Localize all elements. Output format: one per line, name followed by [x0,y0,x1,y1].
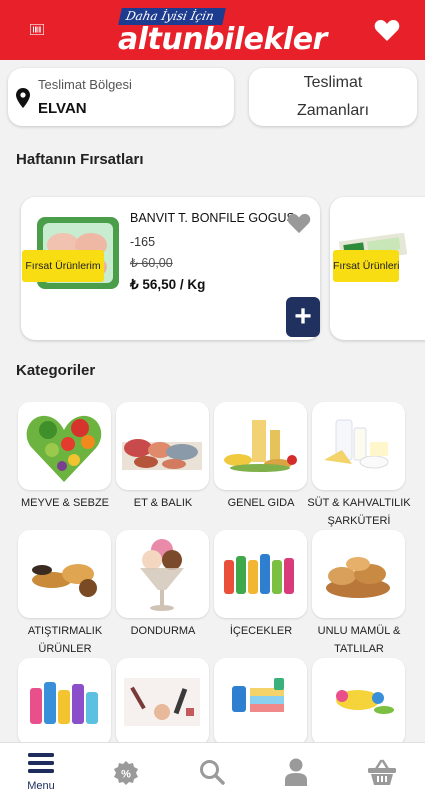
meat-fish-image [122,439,202,470]
nav-cart[interactable] [351,743,411,800]
category-label: ET & BALIK [133,497,193,509]
svg-text:%: % [121,769,131,781]
basket-icon [368,759,396,785]
plus-icon: + [294,300,312,333]
beverages-image [224,554,294,594]
category-label: UNLU MAMÜL & TATLILAR [317,625,401,655]
category-label: MEYVE & SEBZE [20,497,110,509]
category-tile-beverages[interactable] [214,530,307,618]
deals-section-title: Haftanın Fırsatları [16,151,144,168]
nav-menu-label: Menu [27,780,55,792]
product-discount: -165 [130,235,156,249]
category-label: DONDURMA [130,625,196,637]
category-tile-bakery[interactable] [312,530,405,618]
barcode-icon[interactable] [30,24,44,35]
heart-icon[interactable] [374,19,400,42]
nav-search[interactable] [181,743,241,800]
location-pin-icon [16,88,30,108]
category-tile-meat-fish[interactable] [116,402,209,490]
category-tile-laundry[interactable] [214,658,307,746]
deal-badge: Fırsat Ürünlerim [333,250,399,282]
menu-icon [28,753,54,773]
categories-section-title: Kategoriler [16,362,96,379]
category-tile-baby-pet[interactable] [312,658,405,746]
nav-campaigns[interactable]: % [96,743,156,800]
category-tile-ice-cream[interactable] [116,530,209,618]
category-label: ATIŞTIRMALIK ÜRÜNLER [27,625,103,655]
deal-badge: Fırsat Ürünlerim [22,250,104,282]
category-label: SÜT & KAHVALTILIK ŞARKÜTERİ [307,497,411,527]
category-tile-cosmetics[interactable] [116,658,209,746]
bakery-image [326,557,390,598]
cosmetics-image [124,678,200,726]
brand-name: altunbilekler [118,22,327,57]
discount-badge-icon: % [114,761,138,785]
brand-logo[interactable]: Daha İyisi İçin altunbilekler [112,4,327,58]
nav-account[interactable] [266,743,326,800]
dairy-breakfast-image [324,419,389,469]
user-icon [285,758,307,786]
product-name: BANVIT T. BONFILE GOGUS [130,211,295,225]
product-old-price: ₺ 60,00 [130,256,173,270]
delivery-region-button[interactable]: Teslimat Bölgesi ELVAN [8,68,234,126]
add-to-cart-button[interactable]: + [286,297,320,337]
region-label: Teslimat Bölgesi [38,77,132,92]
category-tile-cleaning[interactable] [18,658,111,746]
app-header: Daha İyisi İçin altunbilekler [0,0,425,60]
delivery-time-button[interactable]: Teslimat Zamanları [249,68,417,126]
region-value: ELVAN [38,100,87,117]
product-new-price: ₺ 56,50 / Kg [130,277,206,292]
category-label: İÇECEKLER [229,625,293,637]
nav-menu[interactable]: Menu [11,743,71,800]
cleaning-image [30,682,98,724]
category-tile-general-food[interactable] [214,402,307,490]
general-food-image [224,420,297,472]
baby-pet-image [336,690,394,714]
fruits-vegetables-image [26,415,102,482]
bottom-navigation: Menu % [0,742,425,800]
laundry-image [232,678,284,712]
search-icon [200,760,225,785]
category-tile-fruits-vegetables[interactable] [18,402,111,490]
category-label: GENEL GIDA [227,497,295,509]
category-tile-snacks[interactable] [18,530,111,618]
category-tile-dairy-breakfast[interactable] [312,402,405,490]
favorite-heart-icon[interactable] [287,213,311,234]
snacks-image [32,564,97,597]
ice-cream-image [140,539,184,611]
